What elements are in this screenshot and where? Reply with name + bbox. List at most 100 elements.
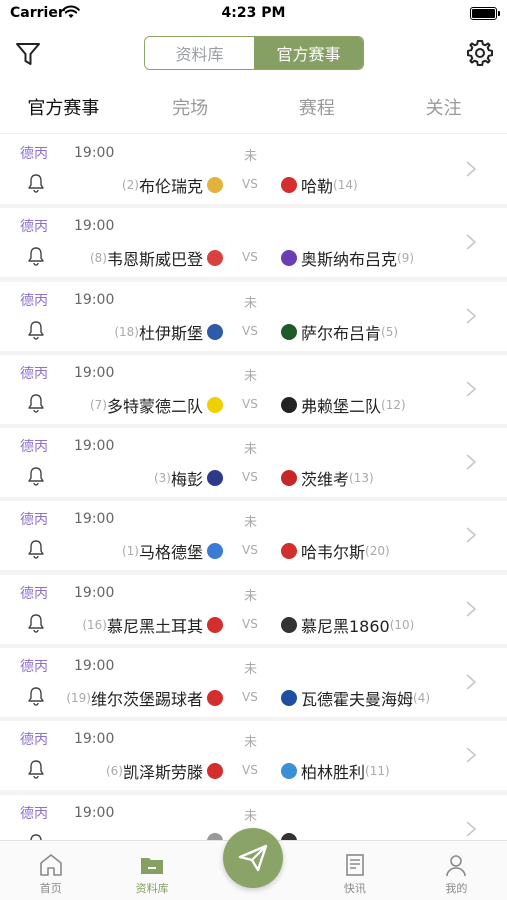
match-status: 未	[244, 368, 258, 384]
vs-label: VS	[242, 177, 258, 191]
match-row[interactable]: 德丙 19:00 未 (2) 布伦瑞克 VS 哈勒 (14)	[0, 135, 507, 204]
away-team: 瓦德霍夫曼海姆 (4)	[277, 686, 430, 710]
match-time: 19:00	[74, 584, 115, 601]
vs-label: VS	[242, 763, 258, 778]
vs-label: VS	[242, 543, 258, 558]
match-row[interactable]: 德丙 19:00 (8) 韦恩斯威巴登 VS 奥斯纳布吕克 (9)	[0, 208, 507, 278]
match-time: 19:00	[74, 731, 115, 748]
team-logo-icon	[207, 832, 223, 840]
match-status: 未	[244, 808, 258, 824]
away-team-name: 哈韦尔斯	[301, 543, 366, 563]
league-label: 德丙	[20, 805, 48, 822]
home-rank: (8)	[89, 251, 107, 266]
bell-icon[interactable]	[26, 833, 46, 840]
bottom-tab-label: 资料库	[135, 882, 169, 895]
bell-icon[interactable]	[26, 613, 46, 633]
home-rank: (7)	[89, 397, 107, 412]
match-row[interactable]: 德丙 19:00 未 (16) 慕尼黑土耳其 VS 慕尼黑1860 (10)	[0, 574, 507, 644]
chevron-right-icon	[466, 527, 477, 544]
league-label: 德丙	[20, 512, 48, 529]
match-status: 未	[244, 662, 258, 678]
bell-icon[interactable]	[26, 466, 46, 486]
bell-icon[interactable]	[26, 320, 46, 340]
chevron-right-icon	[466, 747, 477, 763]
gear-icon[interactable]	[465, 38, 495, 68]
team-logo-icon	[207, 396, 223, 413]
home-team	[203, 832, 227, 840]
chevron-right-icon	[466, 454, 477, 470]
match-row[interactable]: 德丙 19:00 未 (6) 凯泽斯劳滕 VS 柏林胜利 (11)	[0, 721, 507, 791]
vs-label: VS	[242, 616, 258, 631]
home-team: (2) 布伦瑞克	[122, 173, 227, 197]
match-status: 未	[244, 515, 258, 531]
away-rank: (5)	[381, 324, 399, 339]
match-time: 19:00	[74, 804, 115, 821]
away-team-name: 奥斯纳布吕克	[301, 250, 398, 270]
league-label: 德丙	[20, 292, 48, 309]
bell-icon[interactable]	[26, 539, 46, 560]
away-team: 柏林胜利 (11)	[277, 759, 390, 783]
match-time: 19:00	[74, 364, 115, 381]
match-status: 未	[244, 149, 258, 164]
segment-database[interactable]: 资料库	[145, 37, 254, 69]
home-team: (19) 维尔茨堡踢球者	[66, 686, 227, 710]
chevron-right-icon	[466, 381, 477, 397]
team-logo-icon	[207, 690, 223, 707]
league-label: 德丙	[20, 439, 48, 456]
tab-official-matches[interactable]: 官方赛事	[0, 80, 127, 133]
match-row[interactable]: 德丙 19:00 未 (19) 维尔茨堡踢球者 VS 瓦德霍夫曼海姆 (4)	[0, 648, 507, 718]
away-team-name: 柏林胜利	[301, 763, 366, 783]
bell-icon[interactable]	[26, 173, 46, 193]
vs-label: VS	[242, 690, 258, 705]
segment-official-matches[interactable]: 官方赛事	[254, 37, 363, 69]
home-rank: (3)	[153, 471, 171, 486]
home-team-name: 杜伊斯堡	[138, 323, 203, 343]
vs-label: VS	[242, 396, 258, 411]
battery-icon	[470, 7, 500, 20]
chevron-right-icon	[466, 601, 477, 617]
bell-icon[interactable]	[26, 393, 46, 413]
bottom-tab-news[interactable]: 快讯	[304, 841, 405, 900]
bell-icon[interactable]	[26, 686, 46, 706]
send-button[interactable]	[223, 828, 283, 888]
bottom-tab-home[interactable]: 首页	[0, 841, 101, 900]
home-rank: (6)	[105, 764, 123, 779]
home-rank: (16)	[82, 617, 107, 632]
away-team-name: 茨维考	[301, 470, 350, 490]
away-team-name: 哈勒	[301, 177, 334, 196]
home-rank: (2)	[121, 178, 139, 192]
team-logo-icon	[281, 690, 297, 707]
match-row[interactable]: 德丙 19:00 未 (3) 梅彭 VS 茨维考 (13)	[0, 428, 507, 498]
tab-following[interactable]: 关注	[380, 80, 507, 133]
category-tabs: 官方赛事 完场 赛程 关注	[0, 80, 507, 134]
filter-icon[interactable]	[14, 40, 42, 68]
bottom-tab-database[interactable]: 资料库	[101, 841, 202, 900]
tab-finished[interactable]: 完场	[127, 80, 254, 133]
away-rank: (11)	[365, 764, 390, 779]
match-row[interactable]: 德丙 19:00 未 (1) 马格德堡 VS 哈韦尔斯 (20)	[0, 501, 507, 571]
tab-schedule[interactable]: 赛程	[254, 80, 381, 133]
away-team-name: 萨尔布吕肯	[301, 323, 382, 343]
home-team-name: 慕尼黑土耳其	[106, 616, 203, 636]
away-rank: (9)	[397, 251, 415, 266]
match-row[interactable]: 德丙 19:00 未 (7) 多特蒙德二队 VS 弗赖堡二队 (12)	[0, 354, 507, 424]
home-team-name: 凯泽斯劳滕	[122, 763, 203, 783]
home-icon	[39, 854, 62, 876]
away-rank: (4)	[413, 691, 431, 706]
away-team: 萨尔布吕肯 (5)	[277, 320, 398, 344]
bell-icon[interactable]	[26, 246, 46, 266]
league-label: 德丙	[20, 585, 48, 602]
team-logo-icon	[281, 470, 297, 487]
chevron-right-icon	[466, 234, 477, 250]
league-label: 德丙	[20, 659, 48, 676]
profile-icon	[446, 855, 467, 877]
team-logo-icon	[207, 543, 223, 560]
bell-icon[interactable]	[26, 759, 46, 780]
vs-label: VS	[242, 323, 258, 338]
match-row[interactable]: 德丙 19:00 未 (18) 杜伊斯堡 VS 萨尔布吕肯 (5)	[0, 281, 507, 351]
bottom-tab-profile[interactable]: 我的	[406, 841, 507, 900]
match-time: 19:00	[74, 658, 115, 675]
match-time: 19:00	[74, 145, 115, 161]
match-status: 未	[244, 588, 258, 604]
bottom-tab-label: 首页	[39, 882, 62, 895]
